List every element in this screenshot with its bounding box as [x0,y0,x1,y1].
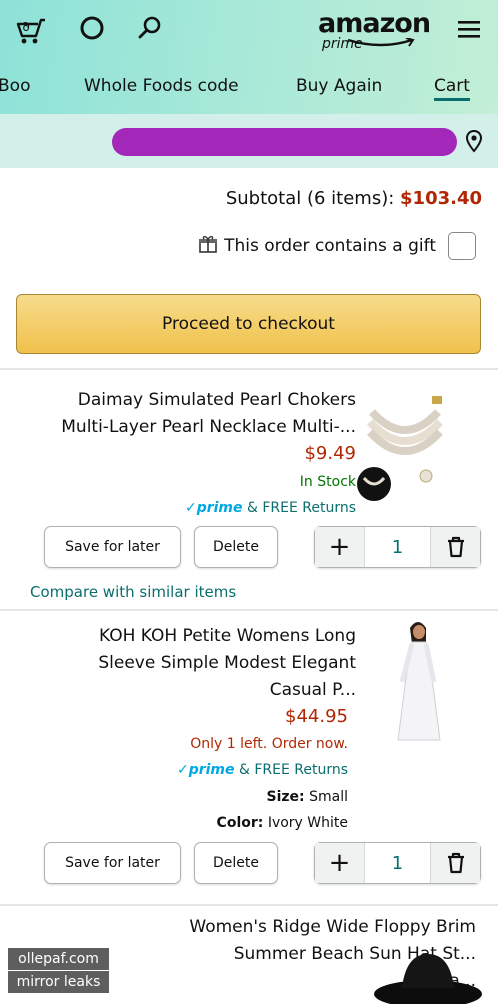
item-title[interactable]: KOH KOH Petite Womens Long Sleeve Simple… [98,623,356,704]
free-returns-label: & FREE Returns [246,500,356,516]
item-price: $9.49 [304,443,356,464]
color-value: Ivory White [267,815,348,831]
pearl-necklace-image[interactable] [356,382,454,508]
amazon-prime-logo[interactable]: amazon prime [318,8,438,52]
prime-returns: ✓prime & FREE Returns [185,500,356,516]
tab-buy-again[interactable]: Buy Again [296,76,382,96]
divider [0,368,498,370]
item-title-line: KOH KOH Petite Womens Long [98,626,356,646]
prime-badge: ✓prime [184,500,243,516]
divider [0,904,498,906]
gift-label: This order contains a gift [224,236,436,256]
item-title-line: Women's Ridge Wide Floppy Brim [189,917,476,937]
quantity-value: 1 [391,536,404,558]
prime-badge: ✓prime [176,762,235,778]
alexa-icon[interactable] [76,12,108,44]
item-title-line: Multi-Layer Pearl Necklace Multi-... [61,417,356,437]
quantity-stepper[interactable]: + 1 [314,842,481,884]
color-label: Color: [216,815,264,831]
proceed-to-checkout-button[interactable]: Proceed to checkout [16,294,481,354]
quantity-stepper[interactable]: + 1 [314,526,481,568]
subtotal-value: $103.40 [400,188,482,209]
subtotal-label: Subtotal (6 items): [225,188,395,209]
increase-quantity-button[interactable]: + [315,843,365,883]
size-attribute: Size: Small [267,789,348,805]
tab-cart[interactable]: Cart [434,76,470,101]
location-pin-icon [462,126,486,156]
svg-text:6: 6 [22,20,30,34]
top-bar: 6 amazon prime [0,0,498,60]
delete-button[interactable]: Delete [194,842,278,884]
quantity-value: 1 [391,852,404,874]
subtotal: Subtotal (6 items): $103.40 [0,188,482,209]
stock-status: Only 1 left. Order now. [190,736,348,752]
compare-similar-link[interactable]: Compare with similar items [30,583,236,601]
watermark-line-1: ollepaf.com [8,948,109,970]
prime-returns: ✓prime & FREE Returns [177,762,348,778]
size-label: Size: [266,789,305,805]
size-value: Small [309,789,348,805]
gift-checkbox[interactable] [448,232,476,260]
item-title-line: Daimay Simulated Pearl Chokers [77,390,356,410]
color-attribute: Color: Ivory White [217,815,348,831]
save-for-later-button[interactable]: Save for later [44,842,181,884]
gift-icon [198,234,218,258]
increase-quantity-button[interactable]: + [315,527,365,567]
watermark-line-2: mirror leaks [8,971,109,993]
stock-status: In Stock [299,474,356,490]
item-title-line: Sleeve Simple Modest Elegant [98,653,356,673]
save-for-later-button[interactable]: Save for later [44,526,181,568]
floppy-hat-image[interactable] [372,948,484,1004]
delete-button[interactable]: Delete [194,526,278,568]
nav-tabs: Boo Whole Foods code Buy Again Cart [0,60,498,112]
item-title[interactable]: Daimay Simulated Pearl Chokers Multi-Lay… [61,387,356,441]
menu-icon[interactable] [452,14,486,44]
tab-books[interactable]: Boo [0,76,30,96]
cart-icon[interactable]: 6 [14,12,48,46]
free-returns-label: & FREE Returns [238,762,348,778]
search-icon[interactable] [134,12,166,44]
item-title-line: Casual P... [269,680,356,700]
item-price: $44.95 [285,706,348,727]
trash-icon[interactable] [430,843,480,883]
gift-option[interactable]: This order contains a gift [198,232,476,260]
trash-icon[interactable] [430,527,480,567]
divider [0,609,498,611]
redacted-address [112,128,457,156]
tab-whole-foods-code[interactable]: Whole Foods code [84,76,239,96]
white-dress-image[interactable] [392,618,444,744]
